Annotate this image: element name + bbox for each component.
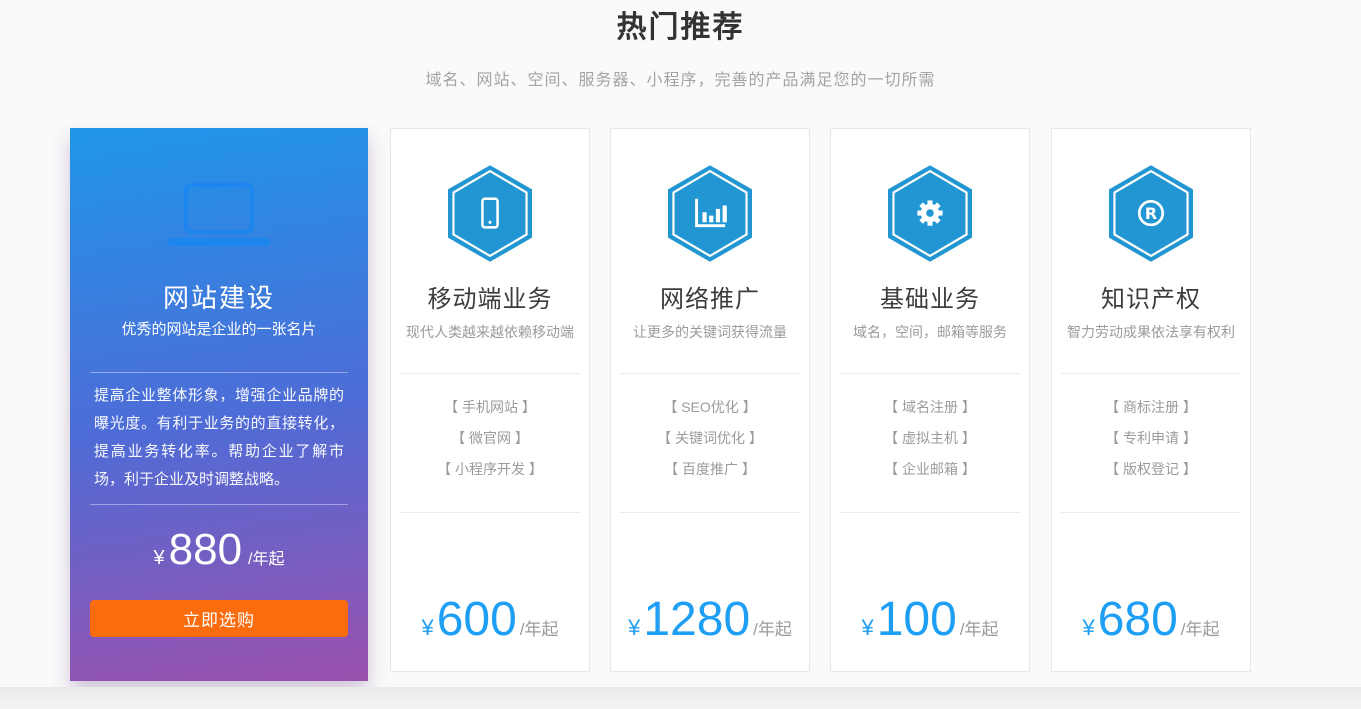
- price-amount: 100: [876, 593, 957, 646]
- service-item: 【 商标注册 】: [1105, 399, 1197, 415]
- service-card-basic[interactable]: 基础业务 域名，空间，邮箱等服务 【 域名注册 】 【 虚拟主机 】 【 企业邮…: [830, 128, 1030, 672]
- divider: [1061, 512, 1241, 513]
- service-item: 【 关键词优化 】: [657, 430, 763, 446]
- price-currency: ¥: [421, 615, 434, 640]
- price-amount: 1280: [643, 593, 751, 646]
- registered-trademark-icon: R: [1109, 165, 1193, 262]
- service-item: 【 小程序开发 】: [437, 461, 543, 477]
- divider: [400, 373, 580, 374]
- price-unit: /年起: [519, 620, 559, 639]
- section-title: 热门推荐: [616, 11, 745, 44]
- service-item-list: 【 SEO优化 】 【 关键词优化 】 【 百度推广 】: [657, 392, 763, 485]
- price-currency: ¥: [1082, 615, 1095, 640]
- smartphone-icon: [448, 165, 532, 262]
- service-item: 【 SEO优化 】: [663, 399, 757, 415]
- laptop-icon: [158, 182, 280, 248]
- price-amount: 600: [436, 593, 517, 646]
- featured-card-description: 提高企业整体形象，增强企业品牌的曝光度。有利于业务的的直接转化，提高业务转化率。…: [94, 387, 344, 488]
- section-header: 热门推荐 域名、网站、空间、服务器、小程序，完善的产品满足您的一切所需: [0, 0, 1361, 90]
- card-title: 基础业务: [880, 286, 980, 313]
- featured-card-title: 网站建设: [162, 283, 275, 313]
- divider: [1061, 373, 1241, 374]
- divider: [620, 373, 800, 374]
- divider: [90, 372, 348, 373]
- price-unit: /年起: [753, 620, 792, 639]
- divider: [620, 512, 800, 513]
- gear-icon: [888, 165, 972, 262]
- featured-price: ¥ 880 /年起: [154, 525, 285, 575]
- price-amount: 880: [168, 525, 243, 574]
- divider: [400, 512, 580, 513]
- divider: [90, 504, 348, 505]
- service-item: 【 企业邮箱 】: [884, 461, 976, 477]
- service-item-list: 【 域名注册 】 【 虚拟主机 】 【 企业邮箱 】: [884, 392, 976, 485]
- price-currency: ¥: [153, 547, 165, 569]
- divider: [840, 512, 1020, 513]
- featured-card-subtitle: 优秀的网站是企业的一张名片: [121, 321, 317, 338]
- service-item: 【 百度推广 】: [664, 461, 756, 477]
- card-subtitle: 现代人类越来越依赖移动端: [406, 324, 574, 340]
- svg-text:R: R: [1145, 204, 1157, 223]
- service-item-list: 【 商标注册 】 【 专利申请 】 【 版权登记 】: [1105, 392, 1197, 485]
- card-title: 移动端业务: [427, 286, 553, 313]
- price-amount: 680: [1097, 593, 1178, 646]
- card-price: ¥ 680 /年起: [1082, 593, 1219, 647]
- service-item: 【 版权登记 】: [1105, 461, 1197, 477]
- card-subtitle: 域名，空间，邮箱等服务: [853, 324, 1007, 340]
- card-price: ¥ 1280 /年起: [628, 593, 792, 647]
- card-price: ¥ 600 /年起: [421, 593, 558, 647]
- card-subtitle: 智力劳动成果依法享有权利: [1067, 324, 1235, 340]
- card-title: 网络推广: [660, 286, 760, 313]
- section-subtitle: 域名、网站、空间、服务器、小程序，完善的产品满足您的一切所需: [425, 72, 936, 89]
- service-card-ip[interactable]: R 知识产权 智力劳动成果依法享有权利 【 商标注册 】 【 专利申请 】 【 …: [1051, 128, 1251, 672]
- bar-chart-icon: [668, 165, 752, 262]
- service-item: 【 微官网 】: [451, 430, 529, 446]
- next-section-edge: [0, 687, 1361, 709]
- price-unit: /年起: [1180, 620, 1220, 639]
- card-price: ¥ 100 /年起: [861, 593, 998, 647]
- card-subtitle: 让更多的关键词获得流量: [633, 324, 787, 340]
- card-title: 知识产权: [1101, 286, 1201, 313]
- service-item: 【 域名注册 】: [884, 399, 976, 415]
- service-item: 【 手机网站 】: [444, 399, 536, 415]
- service-item: 【 专利申请 】: [1105, 430, 1197, 446]
- price-unit: /年起: [959, 620, 999, 639]
- featured-card-website-building[interactable]: 网站建设 优秀的网站是企业的一张名片 提高企业整体形象，增强企业品牌的曝光度。有…: [70, 128, 368, 681]
- service-card-mobile[interactable]: 移动端业务 现代人类越来越依赖移动端 【 手机网站 】 【 微官网 】 【 小程…: [390, 128, 590, 672]
- service-item: 【 虚拟主机 】: [884, 430, 976, 446]
- service-item-list: 【 手机网站 】 【 微官网 】 【 小程序开发 】: [437, 392, 543, 485]
- divider: [840, 373, 1020, 374]
- price-unit: /年起: [248, 551, 285, 568]
- price-currency: ¥: [628, 615, 641, 640]
- buy-now-button[interactable]: 立即选购: [90, 600, 348, 637]
- service-card-promotion[interactable]: 网络推广 让更多的关键词获得流量 【 SEO优化 】 【 关键词优化 】 【 百…: [610, 128, 810, 672]
- price-currency: ¥: [861, 615, 874, 640]
